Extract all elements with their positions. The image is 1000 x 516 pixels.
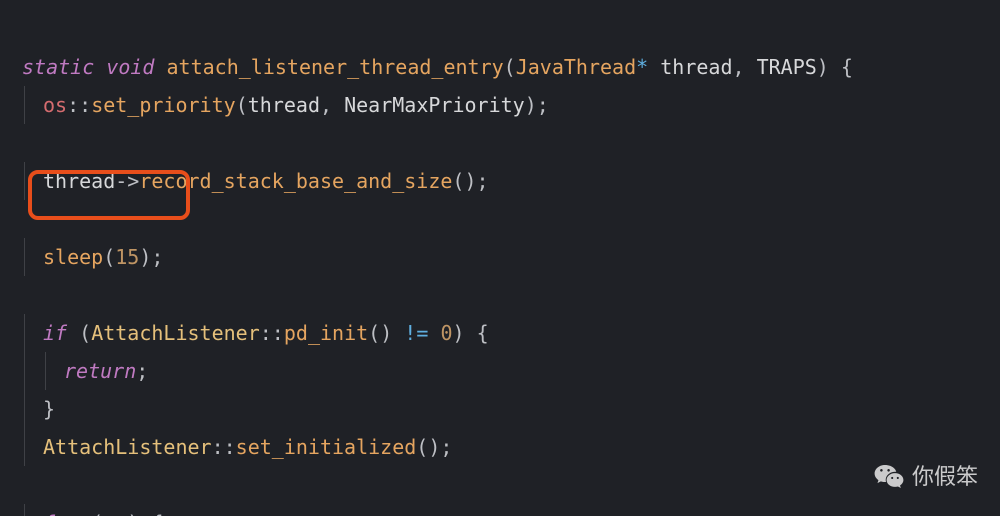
keyword-void: void <box>106 55 154 79</box>
cls-attachlistener: AttachListener <box>91 321 260 345</box>
keyword-for: for <box>43 511 79 516</box>
watermark-text: 你假笨 <box>912 456 978 498</box>
keyword-if: if <box>43 321 67 345</box>
keyword-static: static <box>22 55 94 79</box>
type-javathread: JavaThread <box>516 55 636 79</box>
fn-record: record_stack_base_and_size <box>139 169 452 193</box>
fn-pd-init: pd_init <box>284 321 368 345</box>
wechat-icon <box>874 462 904 492</box>
fn-sleep: sleep <box>43 245 103 269</box>
function-name: attach_listener_thread_entry <box>167 55 504 79</box>
ns-os: os <box>43 93 67 117</box>
fn-set-initialized: set_initialized <box>236 435 417 459</box>
keyword-return: return <box>64 359 136 383</box>
num-15: 15 <box>115 245 139 269</box>
macro-traps: TRAPS <box>757 55 817 79</box>
fn-set-priority: set_priority <box>91 93 236 117</box>
code-block: static void attach_listener_thread_entry… <box>0 0 1000 516</box>
num-0: 0 <box>440 321 452 345</box>
param-thread: thread <box>660 55 732 79</box>
watermark: 你假笨 <box>874 456 978 498</box>
for-cond: (;;) <box>91 511 139 516</box>
op-neq: != <box>404 321 428 345</box>
